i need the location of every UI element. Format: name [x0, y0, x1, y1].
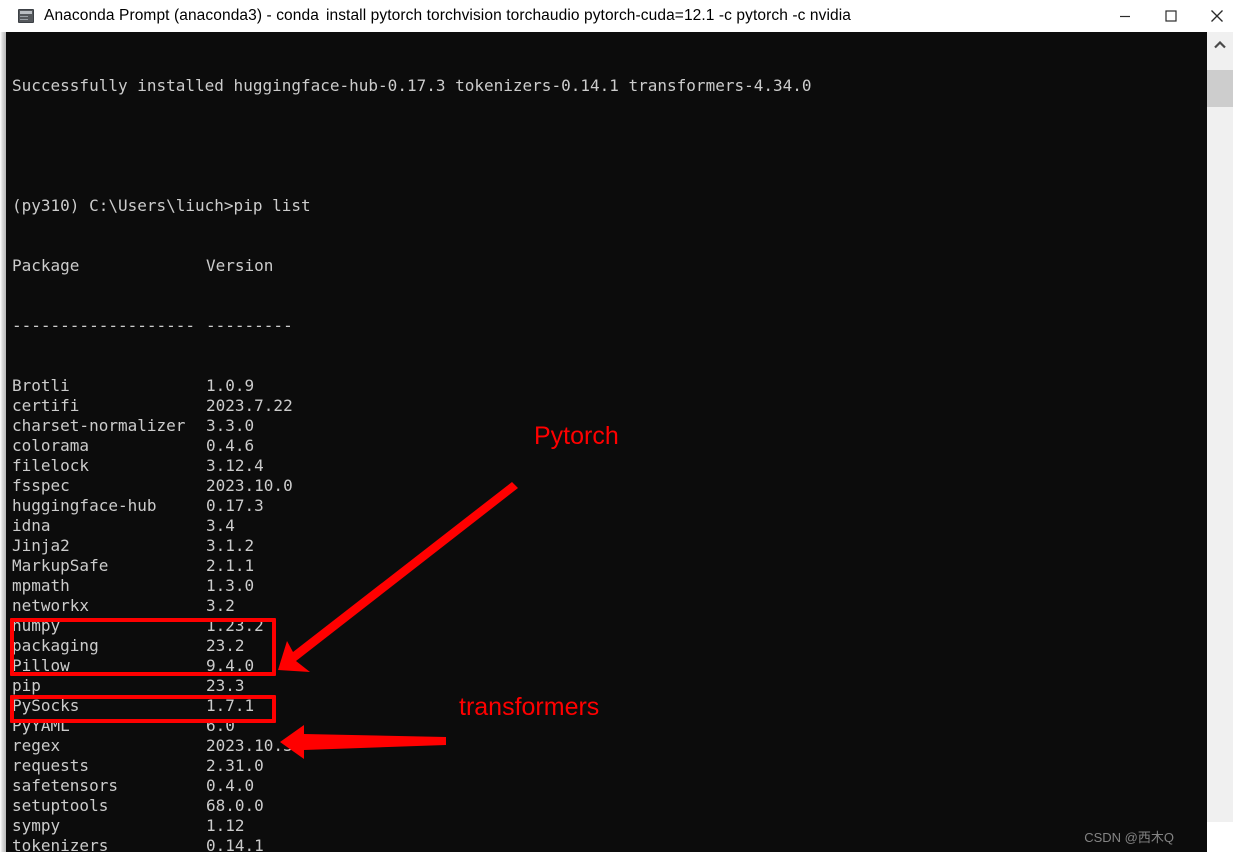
package-version: 0.14.1 — [206, 836, 264, 852]
rule-package: ------------------- — [12, 316, 196, 335]
window-title-app: Anaconda Prompt (anaconda3) - conda — [44, 7, 319, 24]
package-name: tokenizers — [12, 836, 109, 852]
window-title: Anaconda Prompt (anaconda3) - conda insta… — [44, 7, 851, 25]
package-row: requests 2.31.0 — [6, 756, 1207, 776]
package-row: huggingface-hub 0.17.3 — [6, 496, 1207, 516]
scrollbar-right-edge — [1233, 32, 1240, 852]
table-rule-row: ------------------- --------- — [6, 316, 1207, 336]
package-row: certifi 2023.7.22 — [6, 396, 1207, 416]
package-version: 1.3.0 — [206, 576, 255, 595]
package-version: 3.2 — [206, 596, 235, 615]
maximize-icon — [1165, 10, 1177, 22]
transformers-annotation-label: transformers — [459, 693, 600, 721]
scrollbar-thumb[interactable] — [1207, 70, 1233, 107]
package-name: MarkupSafe — [12, 556, 109, 575]
package-version: 2023.7.22 — [206, 396, 293, 415]
package-name: idna — [12, 516, 51, 535]
package-name: requests — [12, 756, 90, 775]
package-name: charset-normalizer — [12, 416, 186, 435]
package-row: networkx 3.2 — [6, 596, 1207, 616]
title-bar[interactable]: Anaconda Prompt (anaconda3) - conda insta… — [0, 0, 1240, 32]
package-name: filelock — [12, 456, 90, 475]
vertical-scrollbar[interactable] — [1207, 32, 1240, 852]
package-version: 68.0.0 — [206, 796, 264, 815]
close-icon — [1211, 10, 1223, 22]
scroll-up-arrow-icon — [1214, 41, 1226, 49]
console-output[interactable]: Successfully installed huggingface-hub-0… — [6, 32, 1207, 852]
package-row: sympy 1.12 — [6, 816, 1207, 836]
package-row: setuptools 68.0.0 — [6, 796, 1207, 816]
pytorch-annotation-label: Pytorch — [534, 422, 619, 450]
column-header-package: Package — [12, 256, 80, 275]
package-row: idna 3.4 — [6, 516, 1207, 536]
rule-version: --------- — [206, 316, 293, 335]
package-version: 1.0.9 — [206, 376, 255, 395]
package-name: sympy — [12, 816, 61, 835]
package-row: safetensors 0.4.0 — [6, 776, 1207, 796]
minimize-icon — [1120, 15, 1130, 18]
package-version: 1.12 — [206, 816, 245, 835]
package-version: 3.3.0 — [206, 416, 255, 435]
package-name: mpmath — [12, 576, 70, 595]
package-row: Brotli 1.0.9 — [6, 376, 1207, 396]
package-name: networkx — [12, 596, 90, 615]
package-version: 3.12.4 — [206, 456, 264, 475]
maximize-button[interactable] — [1148, 0, 1194, 32]
package-name: setuptools — [12, 796, 109, 815]
table-header-row: Package Version — [6, 256, 1207, 276]
command-prompt-line: (py310) C:\Users\liuch>pip list — [12, 196, 311, 215]
package-row: pip 23.3 — [6, 676, 1207, 696]
column-header-version: Version — [206, 256, 274, 275]
package-name: Brotli — [12, 376, 70, 395]
package-version: 2.1.1 — [206, 556, 255, 575]
package-name: Jinja2 — [12, 536, 70, 555]
package-row: MarkupSafe 2.1.1 — [6, 556, 1207, 576]
package-version: 2023.10.3 — [206, 736, 293, 755]
transformers-highlight-box — [10, 695, 276, 723]
package-version: 3.4 — [206, 516, 235, 535]
close-button[interactable] — [1194, 0, 1240, 32]
package-version: 0.4.0 — [206, 776, 255, 795]
package-version: 0.4.6 — [206, 436, 255, 455]
package-row: mpmath 1.3.0 — [6, 576, 1207, 596]
scroll-up-button[interactable] — [1207, 32, 1233, 58]
scrollbar-track[interactable] — [1207, 32, 1233, 822]
package-row: Jinja2 3.1.2 — [6, 536, 1207, 556]
package-version: 3.1.2 — [206, 536, 255, 555]
package-version: 2023.10.0 — [206, 476, 293, 495]
watermark: CSDN @西木Q — [1084, 830, 1174, 845]
pytorch-highlight-box — [10, 618, 276, 676]
package-version: 23.3 — [206, 676, 245, 695]
window-title-command: install pytorch torchvision torchaudio p… — [325, 7, 851, 24]
package-name: regex — [12, 736, 61, 755]
package-row: regex 2023.10.3 — [6, 736, 1207, 756]
minimize-button[interactable] — [1102, 0, 1148, 32]
package-name: safetensors — [12, 776, 118, 795]
package-name: colorama — [12, 436, 90, 455]
package-name: fsspec — [12, 476, 70, 495]
window-controls — [1102, 0, 1240, 32]
package-row: fsspec 2023.10.0 — [6, 476, 1207, 496]
console-area: Successfully installed huggingface-hub-0… — [0, 32, 1240, 852]
package-row: tokenizers 0.14.1 — [6, 836, 1207, 852]
package-name: huggingface-hub — [12, 496, 157, 515]
install-summary-line: Successfully installed huggingface-hub-0… — [12, 76, 812, 95]
anaconda-prompt-window: Anaconda Prompt (anaconda3) - conda insta… — [0, 0, 1240, 852]
console-icon — [18, 9, 34, 23]
package-name: pip — [12, 676, 41, 695]
package-row: filelock 3.12.4 — [6, 456, 1207, 476]
package-version: 2.31.0 — [206, 756, 264, 775]
package-name: certifi — [12, 396, 80, 415]
package-version: 0.17.3 — [206, 496, 264, 515]
